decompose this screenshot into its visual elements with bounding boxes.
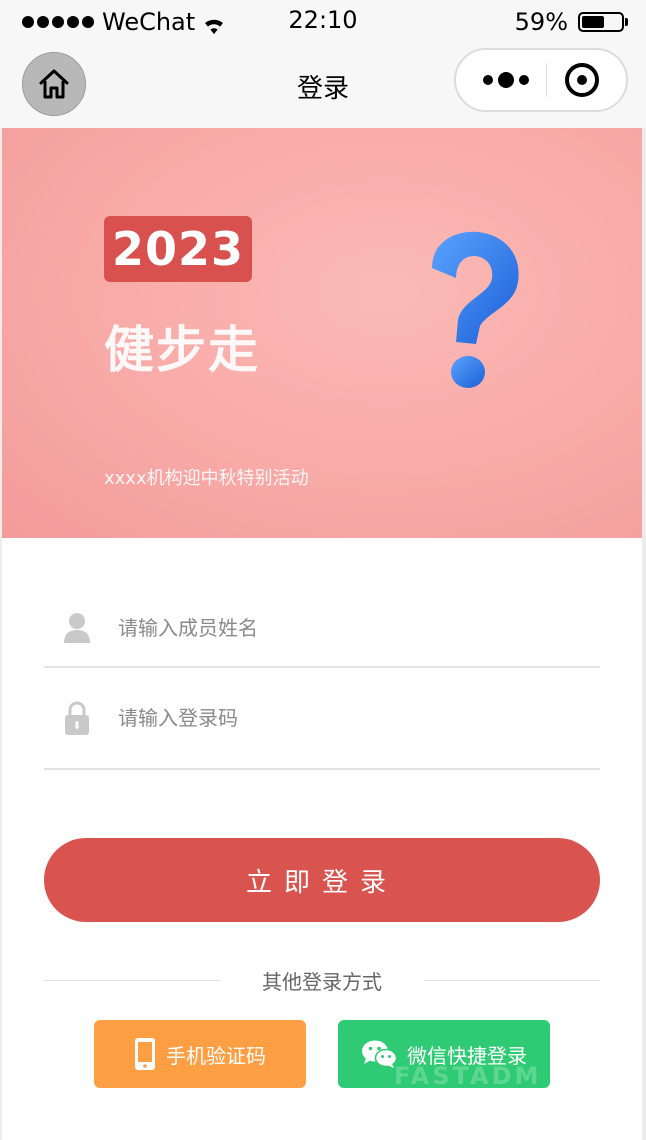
battery-status: 59% [514,8,628,36]
login-code-input[interactable] [118,706,600,730]
wifi-icon [203,13,225,34]
mobile-phone-icon [135,1038,155,1070]
phone-login-label: 手机验证码 [166,1043,266,1068]
other-login-label: 其他登录方式 [262,969,382,994]
wechat-login-label: 微信快捷登录 [407,1043,527,1068]
code-field [44,668,600,770]
home-button[interactable] [22,52,86,116]
divider-line-right [424,979,600,981]
divider-line-left [44,979,220,981]
name-field [44,590,600,668]
banner-subtitle: xxxx机构迎中秋特别活动 [104,468,309,489]
close-mini-program-icon[interactable] [565,63,600,97]
carrier-name: WeChat [102,8,196,36]
home-icon [39,69,69,99]
phone-code-login-button[interactable]: 手机验证码 [94,1020,306,1088]
status-bar: WeChat 22:10 59% [0,0,646,44]
member-name-input[interactable] [118,616,600,640]
mini-program-capsule [454,48,628,112]
user-icon [62,611,92,645]
battery-icon [578,12,628,32]
other-login-divider: 其他登录方式 [44,965,600,995]
signal-strength-icon [22,16,94,28]
promo-banner: 2023 健步走 xxxx机构迎中秋特别活动 [2,128,642,538]
banner-title: 健步走 [104,321,260,379]
wechat-login-button[interactable]: 微信快捷登录 [338,1020,550,1088]
page-title: 登录 [296,73,349,104]
wechat-icon [362,1040,397,1068]
login-button[interactable]: 立即登录 [44,838,600,922]
login-form [44,590,600,770]
year-badge: 2023 [104,216,252,282]
more-menu-icon[interactable] [482,72,529,88]
navigation-bar: 登录 [0,44,646,128]
capsule-divider [546,63,548,97]
question-mark-icon [432,231,519,388]
lock-icon [62,701,92,735]
battery-percentage: 59% [514,8,568,36]
